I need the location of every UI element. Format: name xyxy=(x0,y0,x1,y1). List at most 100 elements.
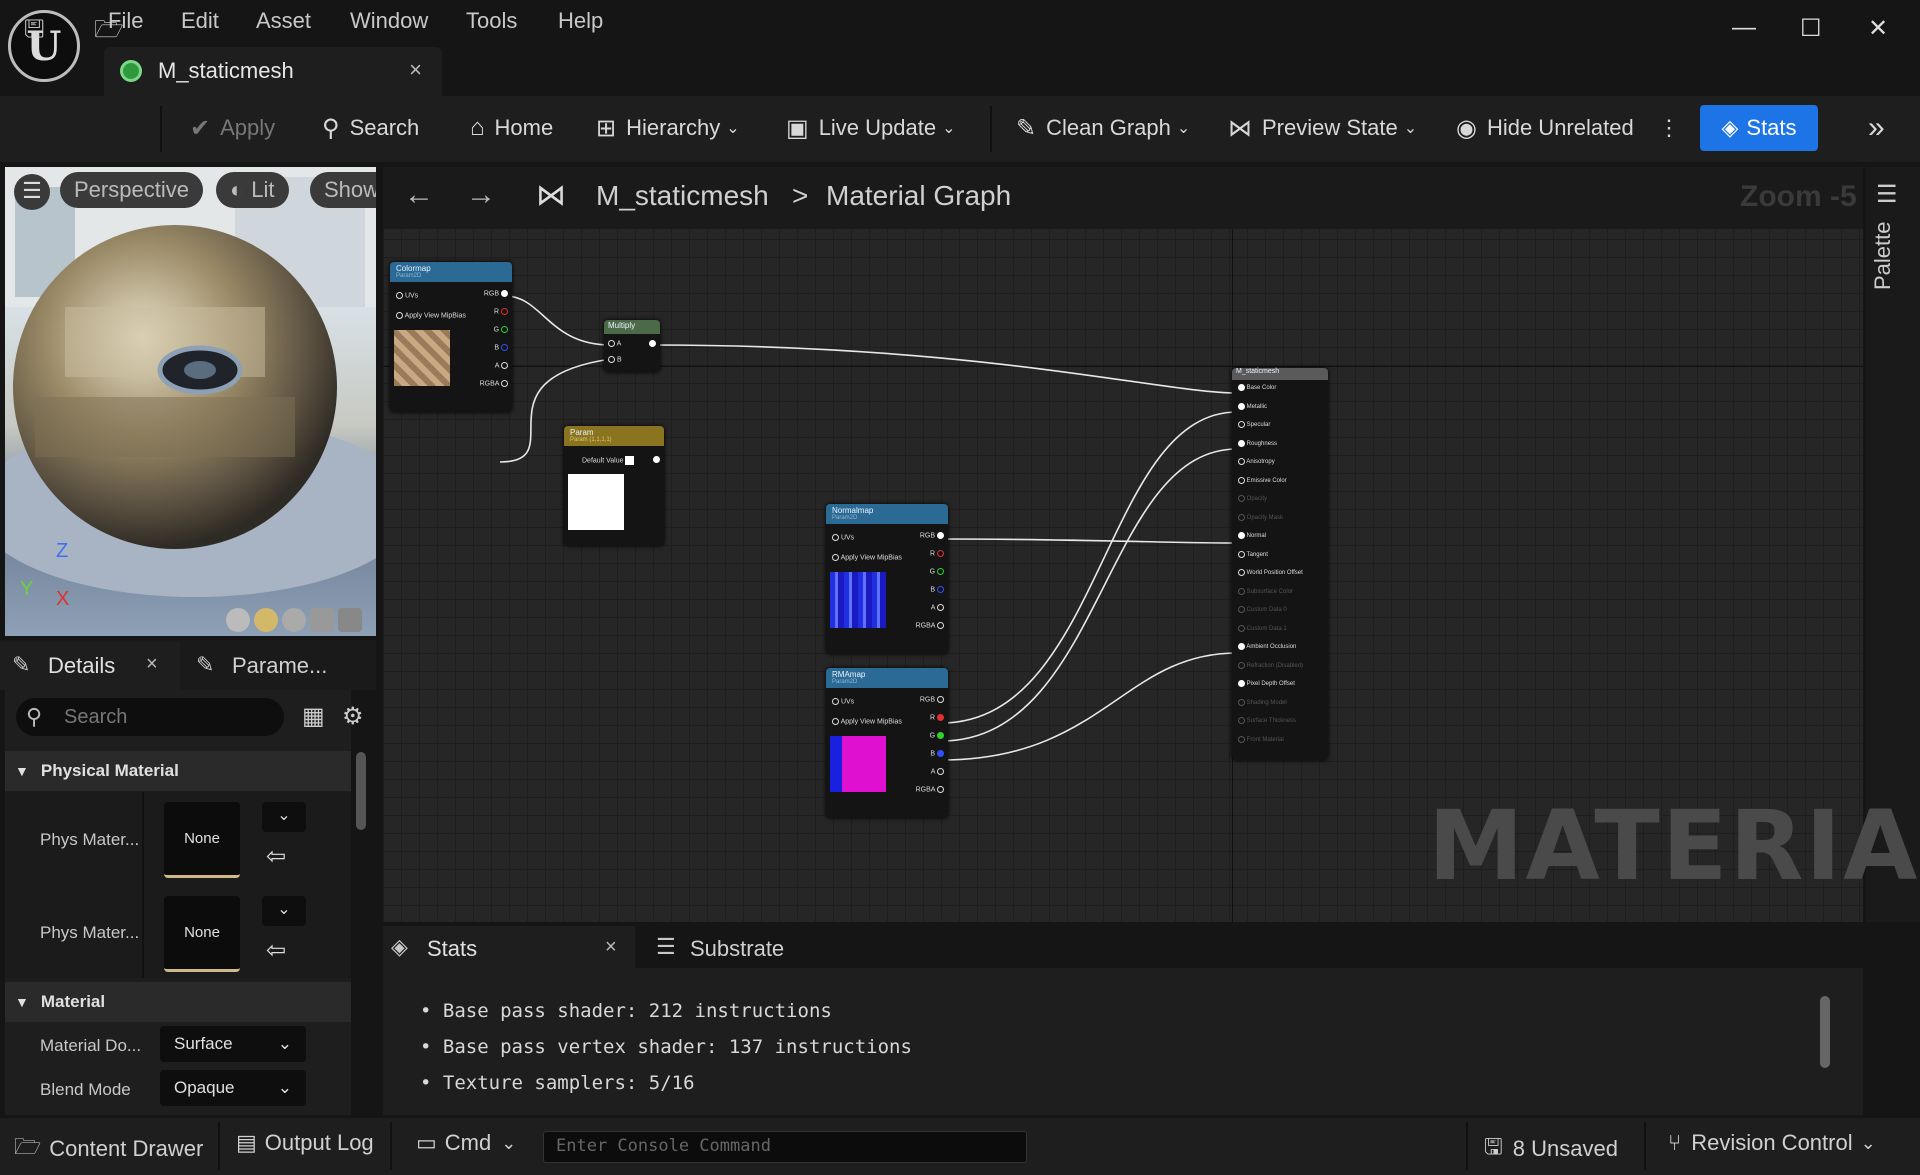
g-out-pin[interactable]: G xyxy=(930,732,944,739)
uvs-pin[interactable]: UVs xyxy=(396,292,418,299)
phys-material-dropdown[interactable]: ⌄ xyxy=(262,896,306,926)
clean-graph-button[interactable]: ✎ Clean Graph ⌄ xyxy=(1016,110,1190,146)
result-input-pin[interactable]: Opacity xyxy=(1238,495,1267,502)
result-input-pin[interactable]: Front Material xyxy=(1238,735,1284,743)
result-input-pin[interactable]: Specular xyxy=(1238,421,1270,428)
use-selected-icon[interactable]: ⇦ xyxy=(266,842,286,871)
custom-mesh-icon[interactable] xyxy=(338,608,362,632)
multiply-b-pin[interactable]: B xyxy=(608,356,622,363)
menu-edit[interactable]: Edit xyxy=(181,8,219,36)
tab-stats[interactable]: ◈ Stats × xyxy=(383,926,635,968)
result-input-pin[interactable]: Tangent xyxy=(1238,550,1268,558)
multiply-a-pin[interactable]: A xyxy=(608,340,621,347)
tab-details[interactable]: ✎ Details × xyxy=(0,642,180,690)
cylinder-icon[interactable] xyxy=(226,608,250,632)
stats-button[interactable]: ◈ Stats xyxy=(1700,105,1818,151)
more-options-icon[interactable]: ⋮ xyxy=(1658,110,1680,146)
colormap-node[interactable]: Colormap Param2D UVs Apply View MipBias R… xyxy=(390,262,512,412)
result-input-pin[interactable]: Surface Thickness xyxy=(1238,717,1296,724)
save-button[interactable]: 🖫 xyxy=(24,14,54,50)
param-node[interactable]: Param Param (1,1,1,1) Default Value xyxy=(564,426,664,546)
result-input-pin[interactable]: Normal xyxy=(1238,532,1266,539)
g-out-pin[interactable]: G xyxy=(494,326,508,333)
result-input-pin[interactable]: Anisotropy xyxy=(1238,458,1275,465)
multiply-out-pin[interactable] xyxy=(649,340,656,347)
rgb-out-pin[interactable]: RGB xyxy=(920,532,944,539)
viewport-menu-icon[interactable]: ☰ xyxy=(14,174,50,210)
rgb-out-pin[interactable]: RGB xyxy=(920,696,944,703)
multiply-node[interactable]: Multiply A B xyxy=(604,320,660,372)
lit-button[interactable]: ◐ Lit xyxy=(216,172,289,208)
blend-mode-dropdown[interactable]: Opaque ⌄ xyxy=(160,1070,306,1106)
browse-button[interactable]: 🗁 xyxy=(94,14,134,50)
param-out-pin[interactable] xyxy=(653,456,660,463)
palette-tab[interactable]: Palette xyxy=(1870,222,1896,291)
material-result-node[interactable]: M_staticmesh Base Color Metallic Specula… xyxy=(1232,368,1328,760)
tab-m-staticmesh[interactable]: M_staticmesh × xyxy=(104,47,442,96)
console-command-input[interactable]: Enter Console Command xyxy=(543,1131,1027,1163)
result-input-pin[interactable]: Refraction (Disabled) xyxy=(1238,661,1303,669)
preview-state-button[interactable]: ⋈ Preview State ⌄ xyxy=(1228,110,1417,146)
content-drawer-button[interactable]: 🗁 Content Drawer xyxy=(14,1130,203,1168)
section-physical-material[interactable]: ▼ Physical Material xyxy=(5,751,351,791)
perspective-button[interactable]: Perspective xyxy=(60,172,203,208)
rgb-out-pin[interactable]: RGB xyxy=(484,290,508,297)
uvs-pin[interactable]: UVs xyxy=(832,534,854,541)
material-domain-dropdown[interactable]: Surface ⌄ xyxy=(160,1026,306,1062)
default-value-field[interactable]: Default Value xyxy=(582,456,635,465)
details-search-field[interactable]: ⚲ Search xyxy=(16,698,284,736)
palette-icon[interactable]: ☰ xyxy=(1876,180,1898,209)
unsaved-button[interactable]: 🖫 8 Unsaved xyxy=(1484,1130,1618,1168)
preview-viewport[interactable] xyxy=(5,167,376,636)
result-input-pin[interactable]: Custom Data 1 xyxy=(1238,624,1287,632)
phys-material-thumbnail[interactable]: None xyxy=(164,896,240,972)
settings-gear-icon[interactable]: ⚙ xyxy=(342,702,364,731)
close-window-button[interactable]: ✕ xyxy=(1868,14,1888,43)
apply-button[interactable]: ✔ Apply xyxy=(190,110,275,146)
table-view-icon[interactable]: ▦ xyxy=(302,702,325,731)
result-input-pin[interactable]: Custom Data 0 xyxy=(1238,606,1287,613)
maximize-button[interactable]: ☐ xyxy=(1800,14,1822,43)
menu-help[interactable]: Help xyxy=(558,8,603,36)
toolbar-overflow-button[interactable]: » xyxy=(1868,110,1885,146)
details-scrollbar[interactable] xyxy=(356,752,366,830)
forward-arrow-icon[interactable]: → xyxy=(466,178,496,212)
rgba-out-pin[interactable]: RGBA xyxy=(480,380,508,387)
result-input-pin[interactable]: Ambient Occlusion xyxy=(1238,643,1296,650)
r-out-pin[interactable]: R xyxy=(494,308,508,315)
b-out-pin[interactable]: B xyxy=(930,586,944,593)
mipbias-pin[interactable]: Apply View MipBias xyxy=(396,312,466,319)
search-button[interactable]: ⚲ Search xyxy=(322,110,419,146)
show-button[interactable]: Show xyxy=(310,172,376,208)
uvs-pin[interactable]: UVs xyxy=(832,698,854,705)
back-arrow-icon[interactable]: ← xyxy=(404,178,434,212)
live-update-button[interactable]: ▣ Live Update ⌄ xyxy=(786,110,956,146)
revision-control-button[interactable]: ⑂ Revision Control ⌄ xyxy=(1668,1130,1876,1156)
menu-window[interactable]: Window xyxy=(350,8,428,36)
plane-icon[interactable] xyxy=(282,608,306,632)
minimize-button[interactable]: — xyxy=(1732,14,1756,42)
details-tab-close-icon[interactable]: × xyxy=(146,653,158,676)
mipbias-pin[interactable]: Apply View MipBias xyxy=(832,554,902,561)
a-out-pin[interactable]: A xyxy=(931,604,944,611)
r-out-pin[interactable]: R xyxy=(930,714,944,721)
menu-tools[interactable]: Tools xyxy=(466,8,517,36)
breadcrumb-root[interactable]: M_staticmesh xyxy=(596,180,769,212)
a-out-pin[interactable]: A xyxy=(495,362,508,369)
output-log-button[interactable]: ▤ Output Log xyxy=(236,1130,374,1156)
stats-tab-close-icon[interactable]: × xyxy=(605,936,617,959)
rmamap-node[interactable]: RMAmap Param2D UVs Apply View MipBias RGB… xyxy=(826,668,948,818)
result-input-pin[interactable]: Base Color xyxy=(1238,384,1276,391)
cube-icon[interactable] xyxy=(310,608,334,632)
rgba-out-pin[interactable]: RGBA xyxy=(916,786,944,793)
menu-asset[interactable]: Asset xyxy=(256,8,311,36)
tab-parameters[interactable]: ✎ Parame... xyxy=(192,642,372,690)
tab-close-icon[interactable]: × xyxy=(409,57,422,83)
sphere-icon[interactable] xyxy=(254,608,278,632)
home-button[interactable]: ⌂ Home xyxy=(470,110,553,146)
result-input-pin[interactable]: World Position Offset xyxy=(1238,569,1303,576)
b-out-pin[interactable]: B xyxy=(930,750,944,757)
result-input-pin[interactable]: Opacity Mask xyxy=(1238,513,1283,521)
cmd-dropdown[interactable]: ▭ Cmd ⌄ xyxy=(416,1130,516,1156)
rgba-out-pin[interactable]: RGBA xyxy=(916,622,944,629)
